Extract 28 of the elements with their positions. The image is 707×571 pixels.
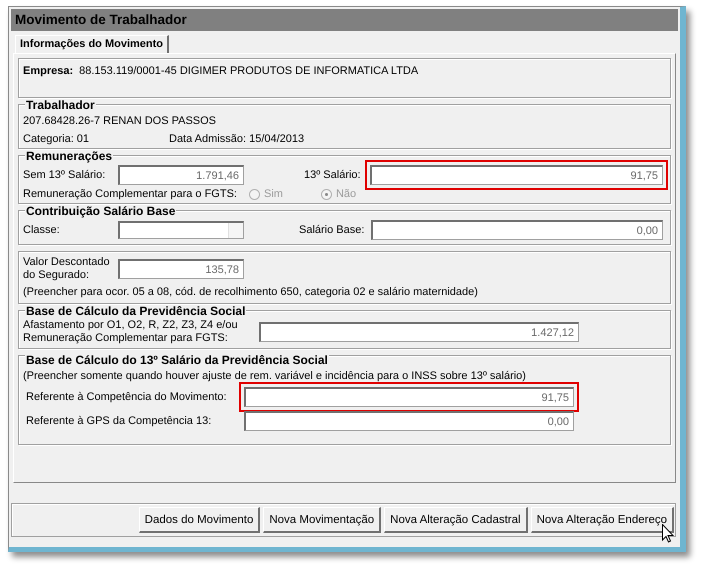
button[interactable]: Nova Alteração Endereço (530, 507, 674, 533)
cursor-icon (662, 524, 674, 543)
category-text: Categoria: 01 (23, 133, 90, 145)
button[interactable]: Dados do Movimento (138, 507, 260, 533)
field-label: Referente à GPS da Competência 13: (26, 415, 212, 427)
tab[interactable]: Informações do Movimento (15, 35, 170, 53)
note-text: (Preencher somente quando houver ajuste de rem. variável e incidência para o INSS sobre 13º salário) (23, 369, 527, 384)
field-label: Salário Base: (299, 224, 364, 236)
group-title: Base de Cálculo da Previdência Social (25, 305, 246, 317)
worker-text: 207.68428.26-7 RENAN DOS PASSOS (23, 114, 218, 129)
group-title: Contribuição Salário Base (25, 205, 176, 217)
field-label: Afastamento por O1, O2, R, Z2, Z3, Z4 e/ou Remuneração Complementar para FGTS: (23, 319, 239, 345)
button[interactable]: Nova Alteração Cadastral (384, 507, 528, 533)
field-label: Referente à Competência do Movimento: (26, 391, 228, 403)
group-title: Remunerações (25, 150, 114, 162)
button[interactable]: Nova Movimentação (263, 507, 382, 533)
note-text: (Preencher para ocor. 05 a 08, cód. de recolhimento 650, categoria 02 e salário maternidade) (23, 285, 479, 300)
admission-text: Data Admissão: 15/04/2013 (169, 133, 304, 145)
field-label: 13º Salário: (304, 169, 361, 181)
company-text: 88.153.119/0001-45 DIGIMER PRODUTOS DE INFORMATICA LTDA (79, 65, 418, 77)
field-label: Sem 13º Salário: (23, 169, 106, 181)
window-title: Movimento de Trabalhador (11, 9, 678, 31)
field-label: Remuneração Complementar para o FGTS: (23, 188, 237, 200)
group-title: Base de Cálculo do 13º Salário da Previdência Social (25, 354, 329, 366)
field-label: Empresa: (23, 65, 74, 77)
field-label: Valor Descontado do Segurado: (23, 256, 111, 282)
field-label: Classe: (23, 224, 61, 236)
group-title: Trabalhador (25, 99, 96, 111)
